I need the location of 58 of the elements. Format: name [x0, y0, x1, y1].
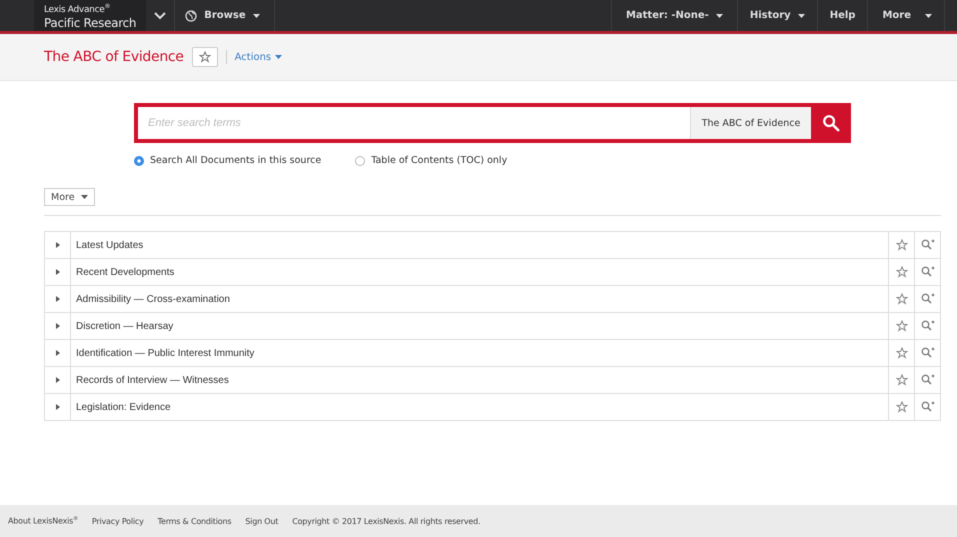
search-plus-icon[interactable]: [920, 293, 934, 305]
expand-toggle-icon[interactable]: [56, 404, 60, 410]
copyright-text: Copyright © 2017 LexisNexis. All rights reserved.: [292, 516, 480, 526]
star-icon[interactable]: [896, 347, 908, 359]
workspace-name: Pacific Research: [44, 16, 136, 30]
expand-toggle-icon[interactable]: [56, 350, 60, 356]
toc-entry[interactable]: Legislation: Evidence: [76, 402, 171, 412]
actions-dropdown[interactable]: Actions: [234, 52, 282, 62]
search-plus-icon[interactable]: [920, 401, 934, 413]
nav-dropdown[interactable]: More: [867, 0, 945, 31]
expand-toggle-icon[interactable]: [56, 377, 60, 383]
caret-icon: [798, 14, 805, 18]
toc-entry[interactable]: Identification — Public Interest Immunity: [76, 348, 254, 358]
star-icon[interactable]: [896, 374, 908, 386]
nav-link[interactable]: Help: [816, 0, 868, 31]
radio-button[interactable]: [134, 156, 144, 166]
more-dropdown-button[interactable]: More: [44, 188, 95, 206]
nav-dropdown[interactable]: Matter: -None-: [610, 0, 737, 31]
expand-toggle-icon[interactable]: [56, 242, 60, 248]
caret-icon: [80, 195, 88, 199]
star-icon[interactable]: [896, 266, 908, 278]
search-plus-icon[interactable]: [920, 374, 934, 386]
nav-dropdown[interactable]: Browse: [175, 0, 275, 31]
radio-button[interactable]: [355, 156, 366, 166]
star-icon: [198, 51, 211, 63]
product-name: Lexis Advance$^{®}$: [44, 2, 112, 16]
search-plus-icon[interactable]: [920, 266, 934, 278]
toc-entry[interactable]: Discretion — Hearsay: [76, 320, 174, 332]
expand-toggle-icon[interactable]: [56, 296, 60, 302]
toc-entry[interactable]: Admissibility — Cross-examination: [76, 294, 230, 304]
footer-link[interactable]: Terms & Conditions: [158, 516, 232, 526]
search-icon: [822, 114, 840, 132]
search-plus-icon[interactable]: [920, 239, 934, 251]
expand-toggle-icon[interactable]: [56, 269, 60, 275]
search-field[interactable]: Enter search terms: [138, 107, 690, 139]
star-icon[interactable]: [896, 293, 908, 305]
toc-entry[interactable]: Recent Developments: [76, 266, 174, 278]
footer-link[interactable]: About LexisNexis$^{®}$: [8, 516, 78, 526]
toc-entry[interactable]: Latest Updates: [76, 240, 144, 250]
search-plus-icon[interactable]: [920, 347, 934, 359]
footer-link[interactable]: Privacy Policy: [92, 516, 144, 526]
star-icon[interactable]: [896, 239, 908, 251]
caret-icon: [252, 14, 260, 18]
toc-entry[interactable]: Records of Interview — Witnesses: [76, 374, 229, 386]
source-filter-button[interactable]: The ABC of Evidence: [690, 107, 811, 139]
expand-toggle-icon[interactable]: [56, 323, 60, 329]
caret-icon: [275, 55, 282, 59]
favorite-button[interactable]: [192, 47, 218, 67]
page-title: The ABC of Evidence: [44, 49, 184, 65]
search-plus-icon[interactable]: [920, 320, 934, 332]
nav-dropdown[interactable]: History: [736, 0, 817, 31]
caret-icon: [925, 14, 932, 18]
star-icon[interactable]: [896, 401, 908, 413]
caret-icon: [716, 14, 723, 18]
star-icon[interactable]: [896, 320, 908, 332]
brand-menu[interactable]: Lexis Advance$^{®}$ Pacific Research: [34, 0, 146, 31]
chevron-down-icon: [154, 12, 166, 20]
footer-link[interactable]: Sign Out: [245, 516, 278, 526]
